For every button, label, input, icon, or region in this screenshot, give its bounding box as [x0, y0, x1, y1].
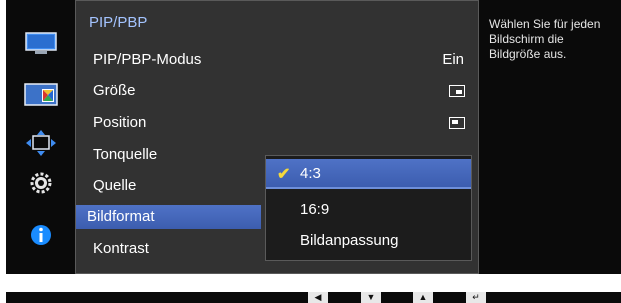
help-text: Wählen Sie für jeden Bildschirm die Bild… — [489, 17, 601, 61]
position-top-left-icon — [449, 117, 465, 129]
down-arrow-key[interactable]: ▼ — [361, 292, 381, 303]
monitor-icon[interactable] — [23, 31, 59, 57]
move-icon[interactable] — [23, 130, 59, 156]
category-sidebar — [6, 0, 75, 274]
option-16-9[interactable]: 16:9 — [266, 195, 471, 223]
left-arrow-key[interactable]: ◀ — [308, 292, 328, 303]
option-label: 16:9 — [300, 201, 330, 218]
menu-item-size[interactable]: Größe — [76, 79, 478, 103]
menu-item-label: Größe — [93, 82, 136, 99]
menu-item-label: Quelle — [93, 177, 137, 194]
menu-item-label: Bildformat — [87, 208, 155, 225]
option-label: Bildanpassung — [300, 232, 399, 249]
option-4-3[interactable]: ✔ 4:3 — [266, 159, 471, 189]
info-icon[interactable] — [23, 222, 59, 248]
checkmark-icon: ✔ — [277, 166, 291, 183]
picture-size-submenu: ✔ 4:3 16:9 Bildanpassung — [265, 155, 472, 261]
menu-item-label: PIP/PBP-Modus — [93, 51, 202, 68]
up-arrow-key[interactable]: ▲ — [413, 292, 433, 303]
menu-item-picture-size[interactable]: Bildformat — [76, 205, 261, 229]
menu-item-position[interactable]: Position — [76, 111, 478, 135]
osd-menu: PIP/PBP PIP/PBP-Modus Ein Größe Position… — [6, 0, 621, 274]
menu-item-pip-pbp-mode[interactable]: PIP/PBP-Modus Ein — [76, 48, 478, 72]
enter-key[interactable]: ↵ — [466, 292, 486, 303]
menu-item-label: Kontrast — [93, 240, 149, 257]
gear-icon[interactable] — [23, 170, 59, 196]
navigation-bar: ◀ ▼ ▲ ↵ — [6, 292, 621, 303]
pip-pbp-icon[interactable] — [23, 82, 59, 108]
size-small-icon — [449, 85, 465, 97]
option-screen-fit[interactable]: Bildanpassung — [266, 226, 471, 254]
menu-title: PIP/PBP — [89, 14, 148, 31]
menu-item-value: Ein — [442, 51, 464, 68]
option-label: 4:3 — [300, 165, 321, 182]
menu-item-label: Position — [93, 114, 147, 131]
menu-item-label: Tonquelle — [93, 146, 158, 163]
